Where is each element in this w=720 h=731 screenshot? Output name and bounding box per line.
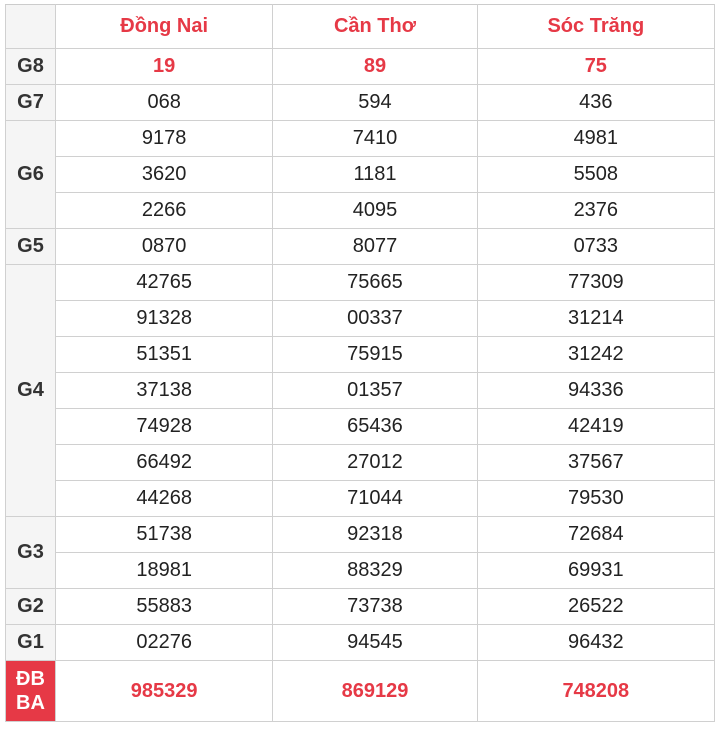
- g6-r1-v1: 9178: [56, 121, 273, 157]
- g1-v3: 96432: [477, 625, 714, 661]
- g4-r6-v2: 27012: [273, 445, 477, 481]
- g8-v3: 75: [477, 49, 714, 85]
- g2-v1: 55883: [56, 589, 273, 625]
- g5-v3: 0733: [477, 229, 714, 265]
- g7-v1: 068: [56, 85, 273, 121]
- g4-r7-v2: 71044: [273, 481, 477, 517]
- header-can-tho: Cần Thơ: [273, 5, 477, 49]
- g4-row-6: 66492 27012 37567: [6, 445, 715, 481]
- g7-row: G7 068 594 436: [6, 85, 715, 121]
- g4-r3-v1: 51351: [56, 337, 273, 373]
- g8-label: G8: [6, 49, 56, 85]
- g4-r7-v1: 44268: [56, 481, 273, 517]
- g1-row: G1 02276 94545 96432: [6, 625, 715, 661]
- g4-r4-v1: 37138: [56, 373, 273, 409]
- g8-row: G8 19 89 75: [6, 49, 715, 85]
- db-v2: 869129: [273, 661, 477, 722]
- g6-label: G6: [6, 121, 56, 229]
- g4-row-4: 37138 01357 94336: [6, 373, 715, 409]
- g7-label: G7: [6, 85, 56, 121]
- db-bottom: BA: [16, 691, 45, 715]
- g4-r1-v2: 75665: [273, 265, 477, 301]
- g2-v3: 26522: [477, 589, 714, 625]
- g6-r1-v3: 4981: [477, 121, 714, 157]
- g4-r2-v1: 91328: [56, 301, 273, 337]
- g3-r1-v2: 92318: [273, 517, 477, 553]
- g4-r3-v3: 31242: [477, 337, 714, 373]
- g4-r4-v3: 94336: [477, 373, 714, 409]
- g6-r3-v3: 2376: [477, 193, 714, 229]
- g8-v1: 19: [56, 49, 273, 85]
- g2-row: G2 55883 73738 26522: [6, 589, 715, 625]
- db-v3: 748208: [477, 661, 714, 722]
- g4-row-7: 44268 71044 79530: [6, 481, 715, 517]
- g6-r2-v1: 3620: [56, 157, 273, 193]
- g4-r6-v3: 37567: [477, 445, 714, 481]
- g5-v1: 0870: [56, 229, 273, 265]
- g4-row-2: 91328 00337 31214: [6, 301, 715, 337]
- g3-row-1: G3 51738 92318 72684: [6, 517, 715, 553]
- g3-r1-v1: 51738: [56, 517, 273, 553]
- g3-r1-v3: 72684: [477, 517, 714, 553]
- lottery-results-table: Đồng Nai Cần Thơ Sóc Trăng G8 19 89 75 G…: [5, 4, 715, 722]
- g6-r2-v2: 1181: [273, 157, 477, 193]
- g5-row: G5 0870 8077 0733: [6, 229, 715, 265]
- g4-row-5: 74928 65436 42419: [6, 409, 715, 445]
- g3-label: G3: [6, 517, 56, 589]
- g4-row-3: 51351 75915 31242: [6, 337, 715, 373]
- g6-r1-v2: 7410: [273, 121, 477, 157]
- g3-r2-v3: 69931: [477, 553, 714, 589]
- g4-label: G4: [6, 265, 56, 517]
- g5-label: G5: [6, 229, 56, 265]
- g6-row-2: 3620 1181 5508: [6, 157, 715, 193]
- g4-r2-v2: 00337: [273, 301, 477, 337]
- g1-v2: 94545: [273, 625, 477, 661]
- header-soc-trang: Sóc Trăng: [477, 5, 714, 49]
- g2-label: G2: [6, 589, 56, 625]
- db-top: ĐB: [16, 667, 45, 691]
- header-label-empty: [6, 5, 56, 49]
- g4-r3-v2: 75915: [273, 337, 477, 373]
- g4-r2-v3: 31214: [477, 301, 714, 337]
- g4-r1-v1: 42765: [56, 265, 273, 301]
- g1-label: G1: [6, 625, 56, 661]
- g6-r2-v3: 5508: [477, 157, 714, 193]
- g5-v2: 8077: [273, 229, 477, 265]
- g4-r5-v2: 65436: [273, 409, 477, 445]
- g8-v2: 89: [273, 49, 477, 85]
- g1-v1: 02276: [56, 625, 273, 661]
- db-label: ĐB BA: [6, 661, 56, 722]
- db-v1: 985329: [56, 661, 273, 722]
- g4-r1-v3: 77309: [477, 265, 714, 301]
- g6-r3-v1: 2266: [56, 193, 273, 229]
- g4-r6-v1: 66492: [56, 445, 273, 481]
- db-row: ĐB BA 985329 869129 748208: [6, 661, 715, 722]
- g2-v2: 73738: [273, 589, 477, 625]
- header-dong-nai: Đồng Nai: [56, 5, 273, 49]
- g4-r4-v2: 01357: [273, 373, 477, 409]
- g4-r5-v3: 42419: [477, 409, 714, 445]
- db-label-text: ĐB BA: [10, 667, 51, 715]
- g3-row-2: 18981 88329 69931: [6, 553, 715, 589]
- g3-r2-v2: 88329: [273, 553, 477, 589]
- g6-r3-v2: 4095: [273, 193, 477, 229]
- g7-v3: 436: [477, 85, 714, 121]
- g6-row-1: G6 9178 7410 4981: [6, 121, 715, 157]
- g4-r7-v3: 79530: [477, 481, 714, 517]
- g6-row-3: 2266 4095 2376: [6, 193, 715, 229]
- header-row: Đồng Nai Cần Thơ Sóc Trăng: [6, 5, 715, 49]
- g4-r5-v1: 74928: [56, 409, 273, 445]
- g3-r2-v1: 18981: [56, 553, 273, 589]
- g7-v2: 594: [273, 85, 477, 121]
- g4-row-1: G4 42765 75665 77309: [6, 265, 715, 301]
